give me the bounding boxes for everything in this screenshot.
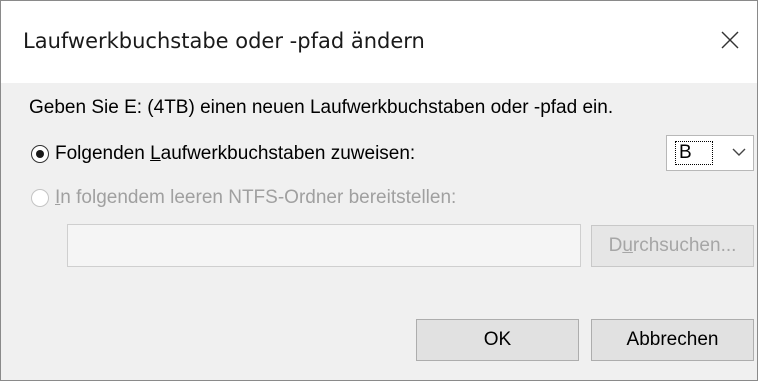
cancel-button[interactable]: Abbrechen [591, 319, 754, 361]
mount-folder-radio[interactable] [31, 189, 49, 207]
ok-button[interactable]: OK [416, 319, 579, 361]
dialog-description: Geben Sie E: (4TB) einen neuen Laufwerkb… [29, 97, 614, 118]
folder-path-input[interactable] [67, 224, 581, 267]
radio-selected-dot [35, 149, 44, 158]
dialog-title: Laufwerkbuchstabe oder -pfad ändern [23, 29, 425, 53]
drive-letter-select[interactable]: B [666, 135, 754, 171]
drive-letter-value: B [675, 141, 713, 165]
mount-folder-option[interactable]: In folgendem leeren NTFS-Ordner bereitst… [31, 187, 456, 209]
browse-button-label: Durchsuchen... [608, 235, 737, 256]
assign-letter-radio[interactable] [31, 145, 49, 163]
browse-button[interactable]: Durchsuchen... [591, 225, 754, 267]
assign-letter-label: Folgenden Laufwerkbuchstaben zuweisen: [55, 143, 416, 164]
assign-letter-option[interactable]: Folgenden Laufwerkbuchstaben zuweisen: [31, 143, 415, 165]
chevron-down-icon [732, 148, 746, 156]
mount-folder-label: In folgendem leeren NTFS-Ordner bereitst… [55, 187, 457, 208]
close-icon [721, 31, 739, 49]
title-bar: Laufwerkbuchstabe oder -pfad ändern [1, 1, 757, 83]
close-button[interactable] [713, 23, 747, 57]
change-drive-letter-dialog: Laufwerkbuchstabe oder -pfad ändern Gebe… [0, 0, 758, 381]
